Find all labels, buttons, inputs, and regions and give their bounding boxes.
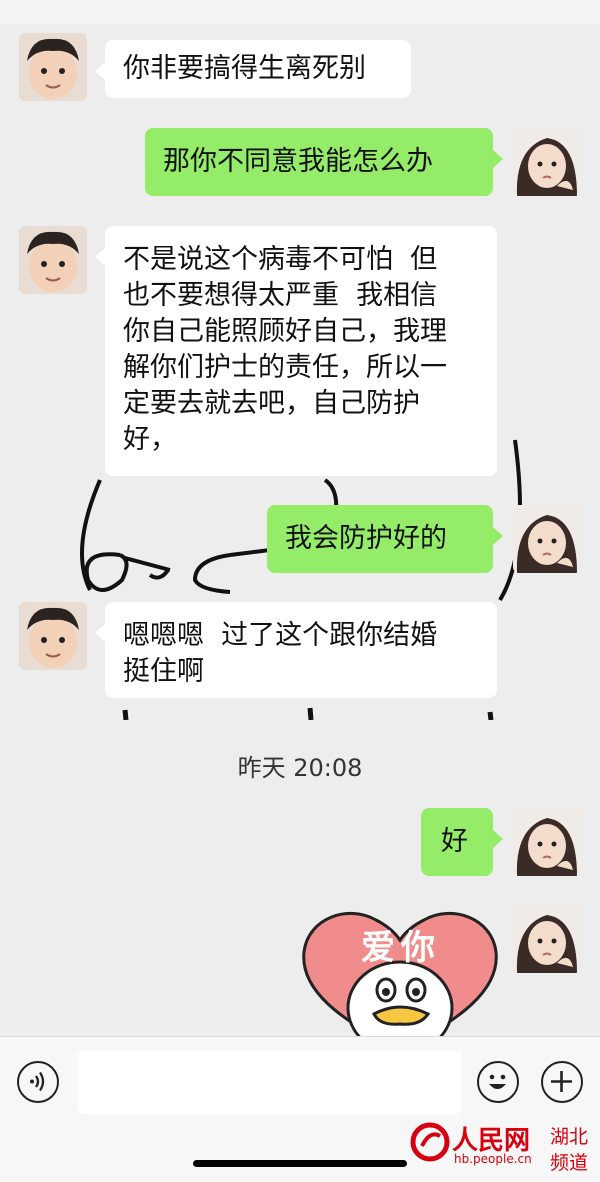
- home-indicator: [193, 1160, 407, 1167]
- my-avatar[interactable]: [513, 505, 581, 573]
- my-avatar[interactable]: [513, 808, 581, 876]
- watermark-channel-line1: 湖北: [550, 1126, 589, 1148]
- plus-icon[interactable]: [541, 1061, 583, 1103]
- outgoing-message[interactable]: 我会防护好的: [267, 505, 503, 573]
- contact-avatar[interactable]: [19, 602, 87, 670]
- chat-area[interactable]: 你非要搞得生离死别 那你不同意我能怎么办 不是说这个病毒不可怕 但 也不要想得太…: [0, 0, 600, 1036]
- my-avatar[interactable]: [513, 128, 581, 196]
- message-input[interactable]: [78, 1050, 462, 1114]
- outgoing-message[interactable]: 好: [421, 808, 503, 876]
- heart-duck-sticker[interactable]: 爱你: [300, 900, 500, 1036]
- voice-icon[interactable]: [17, 1061, 59, 1103]
- contact-avatar[interactable]: [19, 226, 87, 294]
- sticker-text: 爱你: [361, 928, 441, 968]
- emoji-icon[interactable]: [477, 1061, 519, 1103]
- status-strip: [0, 0, 600, 24]
- watermark-channel-line2: 频道: [550, 1152, 589, 1174]
- my-avatar[interactable]: [513, 905, 581, 973]
- people-logo-icon: [410, 1122, 450, 1162]
- incoming-message[interactable]: 嗯嗯嗯 过了这个跟你结婚 挺住啊: [95, 602, 497, 698]
- outgoing-message[interactable]: 那你不同意我能怎么办: [145, 128, 503, 196]
- incoming-message[interactable]: 你非要搞得生离死别: [95, 40, 411, 98]
- timestamp: 昨天 20:08: [237, 754, 363, 782]
- contact-avatar[interactable]: [19, 33, 87, 101]
- people-cn-watermark: 人民网 hb.people.cn 湖北 频道: [410, 1120, 600, 1176]
- watermark-url: hb.people.cn: [454, 1152, 532, 1166]
